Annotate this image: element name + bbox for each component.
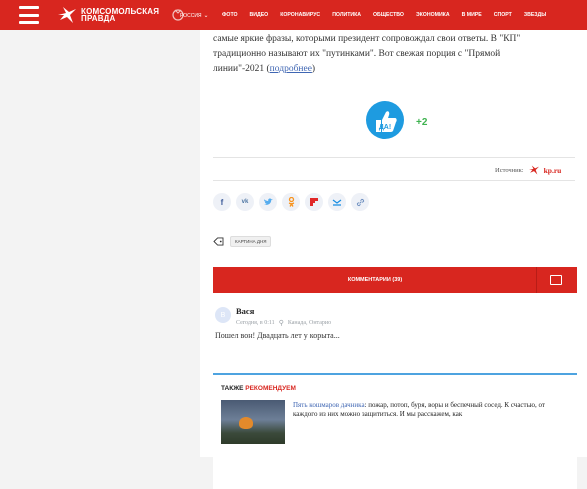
recommendation-text: Пять кошмаров дачника: пожар, потоп, бур… [293, 401, 545, 418]
reaction-count: +2 [416, 117, 428, 128]
odnoklassniki-icon[interactable] [282, 193, 300, 211]
mailru-icon[interactable] [328, 193, 346, 211]
chevron-down-icon: ⌄ [203, 13, 209, 19]
comment-bubble-icon [550, 275, 562, 285]
recommendation-link[interactable]: Пять кошмаров дачника [293, 401, 365, 409]
divider [213, 180, 575, 181]
region-label: РОССИЯ [180, 13, 202, 19]
vk-icon[interactable]: vk [236, 193, 254, 211]
recommendation-thumbnail[interactable] [221, 400, 285, 444]
comment-time: Сегодня, в 0:11 [236, 320, 275, 326]
nav-item-sport[interactable]: СПОРТ [494, 12, 512, 18]
article-line: традиционно называют их "путинками". Вот… [213, 49, 501, 59]
kp-bird-icon [58, 7, 76, 23]
nav-item-video[interactable]: ВИДЕО [250, 12, 269, 18]
comment-meta: Сегодня, в 0:11 ⚲ Канада, Онтарио [236, 319, 331, 327]
main-nav: ФОТО ВИДЕО КОРОНАВИРУС ПОЛИТИКА ОБЩЕСТВО… [222, 12, 546, 18]
site-logo[interactable]: Комсомольская правда [57, 6, 185, 24]
twitter-icon[interactable] [259, 193, 277, 211]
link-icon[interactable] [351, 193, 369, 211]
nav-item-coronavirus[interactable]: КОРОНАВИРУС [280, 12, 320, 18]
divider [536, 267, 537, 293]
tag-item[interactable]: КАРТИНА ДНЯ [230, 236, 272, 247]
reaction-badge-text: ДА! [379, 124, 391, 131]
article-paragraph: самые яркие фразы, которыми президент со… [213, 32, 573, 77]
top-navigation-bar: Комсомольская правда РОССИЯ ⌄ ФОТО ВИДЕО … [0, 0, 587, 30]
article-line: линии"-2021 ( [213, 64, 270, 74]
tag-icon [213, 237, 224, 246]
nav-item-stars[interactable]: ЗВЕЗДЫ [524, 12, 546, 18]
kp-bird-icon [528, 165, 539, 175]
nav-item-society[interactable]: ОБЩЕСТВО [373, 12, 404, 18]
comments-button[interactable]: КОММЕНТАРИИ (39) [213, 267, 577, 293]
flipboard-icon[interactable] [305, 193, 323, 211]
nav-item-economy[interactable]: ЭКОНОМИКА [416, 12, 450, 18]
comment-text: Пошел вон! Двадцать лет у корыта... [215, 331, 340, 340]
nav-item-politics[interactable]: ПОЛИТИКА [332, 12, 361, 18]
article-line: самые яркие фразы, которыми президент со… [213, 34, 521, 44]
more-link[interactable]: подробнее [270, 64, 312, 74]
region-selector[interactable]: РОССИЯ ⌄ [180, 12, 209, 19]
share-bar: f vk [213, 193, 369, 211]
comments-label: КОММЕНТАРИИ (39) [347, 277, 403, 283]
thumbs-up-yes-icon: ДА! [376, 111, 397, 132]
article-card: самые яркие фразы, которыми президент со… [200, 30, 587, 489]
tags-row: КАРТИНА ДНЯ [213, 236, 272, 247]
brand-line2: правда [81, 14, 116, 23]
nav-item-world[interactable]: В МИРЕ [462, 12, 482, 18]
avatar: В [215, 307, 231, 323]
comment-author[interactable]: Вася [236, 306, 254, 316]
fire-image [239, 417, 253, 429]
menu-icon[interactable] [19, 6, 39, 24]
reaction-yes-button[interactable]: ДА! [366, 101, 404, 139]
facebook-icon[interactable]: f [213, 193, 231, 211]
source-line: Источник: kp.ru [495, 165, 561, 175]
location-pin-icon: ⚲ [278, 319, 284, 327]
source-site[interactable]: kp.ru [544, 166, 562, 175]
nav-item-photo[interactable]: ФОТО [222, 12, 238, 18]
recommendations-title: ТАКЖЕ РЕКОМЕНДУЕМ [221, 385, 296, 392]
source-label: Источник: [495, 166, 524, 174]
recommendations-block: ТАКЖЕ РЕКОМЕНДУЕМ Пять кошмаров дачника:… [213, 373, 577, 489]
comment-location: Канада, Онтарио [287, 320, 332, 326]
divider [213, 157, 575, 158]
